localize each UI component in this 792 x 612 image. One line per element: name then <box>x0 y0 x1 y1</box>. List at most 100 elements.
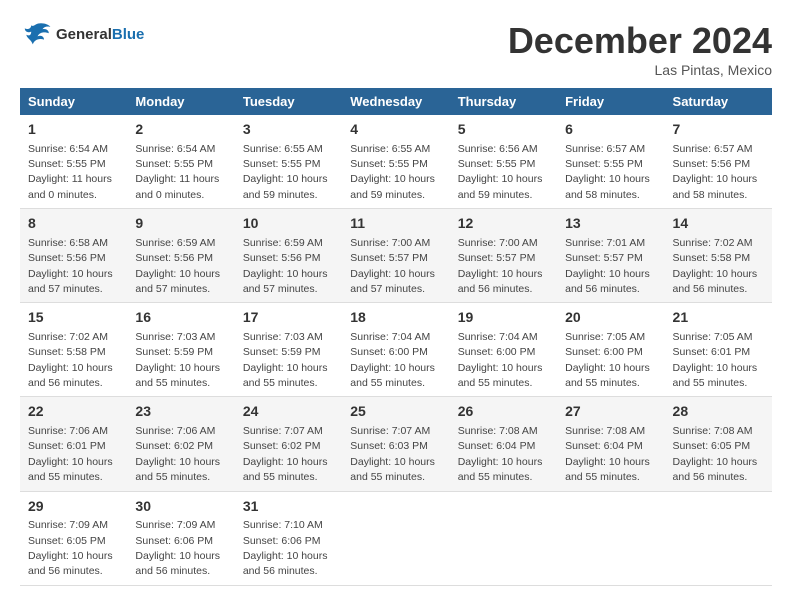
sunset-info: Sunset: 6:04 PM <box>458 440 536 452</box>
calendar-day-cell: 8Sunrise: 6:58 AMSunset: 5:56 PMDaylight… <box>20 209 127 303</box>
sunrise-info: Sunrise: 6:59 AM <box>135 237 215 249</box>
sunrise-info: Sunrise: 7:02 AM <box>673 237 753 249</box>
day-number: 28 <box>673 402 764 422</box>
sunset-info: Sunset: 5:55 PM <box>565 158 643 170</box>
day-number: 26 <box>458 402 549 422</box>
day-number: 17 <box>243 308 334 328</box>
sunset-info: Sunset: 5:59 PM <box>135 346 213 358</box>
day-number: 19 <box>458 308 549 328</box>
logo-text: GeneralBlue <box>56 26 144 43</box>
sunset-info: Sunset: 5:58 PM <box>28 346 106 358</box>
sunrise-info: Sunrise: 6:56 AM <box>458 143 538 155</box>
calendar-header-row: Sunday Monday Tuesday Wednesday Thursday… <box>20 88 772 115</box>
calendar-day-cell: 4Sunrise: 6:55 AMSunset: 5:55 PMDaylight… <box>342 115 449 209</box>
daylight-info: Daylight: 10 hours and 56 minutes. <box>28 362 113 389</box>
daylight-info: Daylight: 10 hours and 56 minutes. <box>673 268 758 295</box>
daylight-info: Daylight: 10 hours and 58 minutes. <box>673 173 758 200</box>
calendar-week-row: 8Sunrise: 6:58 AMSunset: 5:56 PMDaylight… <box>20 209 772 303</box>
sunset-info: Sunset: 5:55 PM <box>243 158 321 170</box>
calendar-day-cell: 17Sunrise: 7:03 AMSunset: 5:59 PMDayligh… <box>235 303 342 397</box>
sunset-info: Sunset: 6:01 PM <box>28 440 106 452</box>
sunset-info: Sunset: 6:02 PM <box>243 440 321 452</box>
daylight-info: Daylight: 10 hours and 56 minutes. <box>458 268 543 295</box>
day-number: 2 <box>135 120 226 140</box>
day-number: 12 <box>458 214 549 234</box>
daylight-info: Daylight: 10 hours and 55 minutes. <box>458 456 543 483</box>
sunrise-info: Sunrise: 7:08 AM <box>458 425 538 437</box>
daylight-info: Daylight: 10 hours and 55 minutes. <box>135 362 220 389</box>
daylight-info: Daylight: 10 hours and 59 minutes. <box>243 173 328 200</box>
daylight-info: Daylight: 10 hours and 55 minutes. <box>565 456 650 483</box>
header-wednesday: Wednesday <box>342 88 449 115</box>
sunset-info: Sunset: 6:00 PM <box>565 346 643 358</box>
sunrise-info: Sunrise: 7:00 AM <box>458 237 538 249</box>
sunset-info: Sunset: 5:55 PM <box>458 158 536 170</box>
day-number: 21 <box>673 308 764 328</box>
sunset-info: Sunset: 5:57 PM <box>350 252 428 264</box>
daylight-info: Daylight: 10 hours and 55 minutes. <box>350 362 435 389</box>
day-number: 15 <box>28 308 119 328</box>
day-number: 27 <box>565 402 656 422</box>
sunset-info: Sunset: 6:06 PM <box>135 535 213 547</box>
daylight-info: Daylight: 10 hours and 55 minutes. <box>673 362 758 389</box>
daylight-info: Daylight: 11 hours and 0 minutes. <box>28 173 112 200</box>
sunrise-info: Sunrise: 7:07 AM <box>350 425 430 437</box>
sunset-info: Sunset: 5:58 PM <box>673 252 751 264</box>
calendar-day-cell: 2Sunrise: 6:54 AMSunset: 5:55 PMDaylight… <box>127 115 234 209</box>
day-number: 18 <box>350 308 441 328</box>
daylight-info: Daylight: 10 hours and 55 minutes. <box>243 456 328 483</box>
calendar-day-cell: 5Sunrise: 6:56 AMSunset: 5:55 PMDaylight… <box>450 115 557 209</box>
sunrise-info: Sunrise: 6:57 AM <box>565 143 645 155</box>
calendar-day-cell <box>665 491 772 585</box>
sunrise-info: Sunrise: 7:06 AM <box>28 425 108 437</box>
sunset-info: Sunset: 5:55 PM <box>350 158 428 170</box>
calendar-day-cell: 9Sunrise: 6:59 AMSunset: 5:56 PMDaylight… <box>127 209 234 303</box>
calendar-day-cell: 29Sunrise: 7:09 AMSunset: 6:05 PMDayligh… <box>20 491 127 585</box>
daylight-info: Daylight: 10 hours and 57 minutes. <box>243 268 328 295</box>
calendar-day-cell: 23Sunrise: 7:06 AMSunset: 6:02 PMDayligh… <box>127 397 234 491</box>
calendar-day-cell: 30Sunrise: 7:09 AMSunset: 6:06 PMDayligh… <box>127 491 234 585</box>
sunrise-info: Sunrise: 7:10 AM <box>243 519 323 531</box>
calendar-day-cell: 11Sunrise: 7:00 AMSunset: 5:57 PMDayligh… <box>342 209 449 303</box>
calendar-day-cell <box>342 491 449 585</box>
calendar-week-row: 15Sunrise: 7:02 AMSunset: 5:58 PMDayligh… <box>20 303 772 397</box>
day-number: 14 <box>673 214 764 234</box>
header-friday: Friday <box>557 88 664 115</box>
sunset-info: Sunset: 6:06 PM <box>243 535 321 547</box>
calendar-day-cell: 12Sunrise: 7:00 AMSunset: 5:57 PMDayligh… <box>450 209 557 303</box>
day-number: 13 <box>565 214 656 234</box>
daylight-info: Daylight: 10 hours and 57 minutes. <box>350 268 435 295</box>
sunrise-info: Sunrise: 7:04 AM <box>350 331 430 343</box>
daylight-info: Daylight: 10 hours and 55 minutes. <box>135 456 220 483</box>
day-number: 24 <box>243 402 334 422</box>
sunset-info: Sunset: 6:00 PM <box>350 346 428 358</box>
sunset-info: Sunset: 5:55 PM <box>28 158 106 170</box>
calendar-week-row: 22 Sunrise: 7:06 AM Sunset: 6:01 PM Dayligh… <box>20 397 772 491</box>
header-monday: Monday <box>127 88 234 115</box>
day-number: 10 <box>243 214 334 234</box>
daylight-info: Daylight: 10 hours and 58 minutes. <box>565 173 650 200</box>
calendar-day-cell: 15Sunrise: 7:02 AMSunset: 5:58 PMDayligh… <box>20 303 127 397</box>
sunrise-info: Sunrise: 6:54 AM <box>28 143 108 155</box>
calendar-day-cell: 3Sunrise: 6:55 AMSunset: 5:55 PMDaylight… <box>235 115 342 209</box>
calendar-day-cell: 24Sunrise: 7:07 AMSunset: 6:02 PMDayligh… <box>235 397 342 491</box>
sunrise-info: Sunrise: 7:08 AM <box>565 425 645 437</box>
page-header: GeneralBlue December 2024 Las Pintas, Me… <box>20 20 772 78</box>
calendar-day-cell: 26 Sunrise: 7:08 AM Sunset: 6:04 PM Dayligh… <box>450 397 557 491</box>
day-number: 29 <box>28 497 119 517</box>
sunset-info: Sunset: 6:03 PM <box>350 440 428 452</box>
daylight-info: Daylight: 10 hours and 55 minutes. <box>458 362 543 389</box>
day-number: 8 <box>28 214 119 234</box>
header-saturday: Saturday <box>665 88 772 115</box>
daylight-info: Daylight: 11 hours and 0 minutes. <box>135 173 219 200</box>
calendar-day-cell: 7Sunrise: 6:57 AMSunset: 5:56 PMDaylight… <box>665 115 772 209</box>
title-section: December 2024 Las Pintas, Mexico <box>508 20 772 78</box>
daylight-info: Daylight: 10 hours and 55 minutes. <box>243 362 328 389</box>
daylight-info: Daylight: 10 hours and 55 minutes. <box>565 362 650 389</box>
day-number: 9 <box>135 214 226 234</box>
day-number: 3 <box>243 120 334 140</box>
day-number: 22 <box>28 402 119 422</box>
calendar-week-row: 29Sunrise: 7:09 AMSunset: 6:05 PMDayligh… <box>20 491 772 585</box>
daylight-info: Daylight: 10 hours and 59 minutes. <box>458 173 543 200</box>
sunrise-info: Sunrise: 7:00 AM <box>350 237 430 249</box>
